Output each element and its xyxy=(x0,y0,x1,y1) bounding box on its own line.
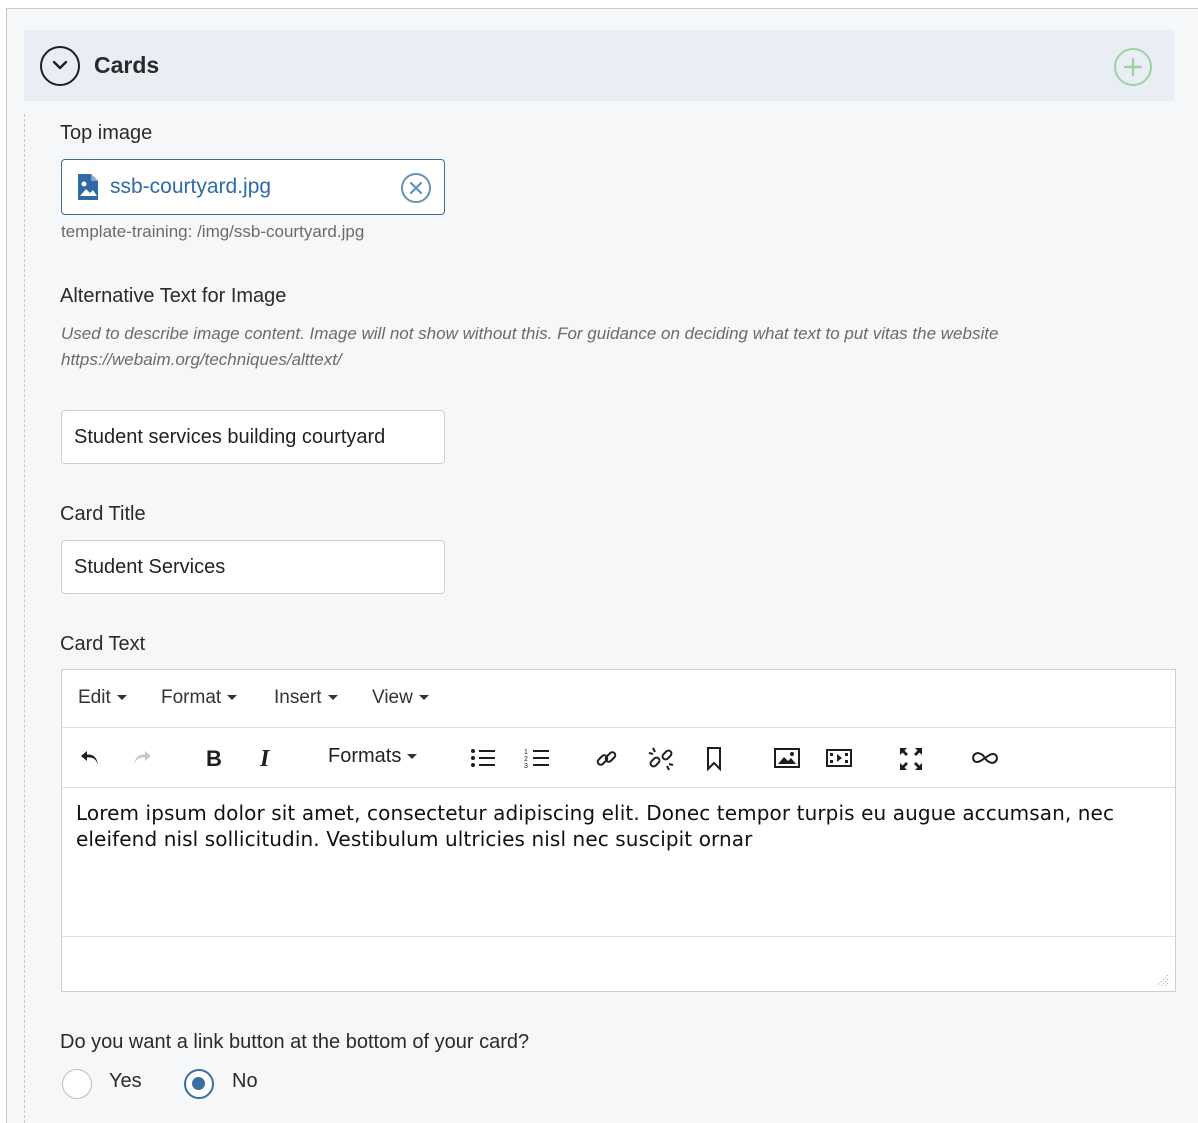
menu-edit[interactable]: Edit xyxy=(78,687,127,709)
editor-toolbar: B I Formats 1 2 3 xyxy=(62,728,1175,788)
special-link-icon xyxy=(972,752,998,764)
image-file-icon xyxy=(78,174,98,200)
italic-icon: I xyxy=(259,746,271,772)
numbered-list-icon: 1 2 3 xyxy=(524,749,549,770)
bold-icon: B xyxy=(206,746,222,771)
insert-image-button[interactable] xyxy=(774,746,800,772)
menu-view[interactable]: View xyxy=(372,687,429,709)
top-image-label: Top image xyxy=(60,122,153,144)
svg-text:B: B xyxy=(206,746,222,770)
anchor-button[interactable] xyxy=(704,746,724,772)
special-link-button[interactable] xyxy=(970,746,1000,772)
undo-button[interactable] xyxy=(78,746,102,772)
resize-handle-icon[interactable] xyxy=(1155,973,1169,987)
bold-button[interactable]: B xyxy=(204,746,224,772)
undo-icon xyxy=(81,751,98,765)
menu-insert-label: Insert xyxy=(274,687,322,708)
editor-content[interactable]: Lorem ipsum dolor sit amet, consectetur … xyxy=(76,800,1156,852)
editor-statusbar xyxy=(62,936,1175,992)
bookmark-icon xyxy=(707,747,721,772)
redo-icon xyxy=(134,751,151,765)
alt-text-help-line: Used to describe image content. Image wi… xyxy=(61,324,999,343)
link-question-label: Do you want a link button at the bottom … xyxy=(60,1031,530,1053)
caret-down-icon xyxy=(418,695,429,701)
add-card-button[interactable] xyxy=(1114,48,1152,86)
caret-down-icon xyxy=(116,695,127,701)
alt-text-label: Alternative Text for Image xyxy=(60,285,287,307)
italic-button[interactable]: I xyxy=(258,746,278,772)
alt-text-input[interactable] xyxy=(61,410,445,464)
radio-no[interactable] xyxy=(184,1069,214,1099)
menu-edit-label: Edit xyxy=(78,687,111,708)
fullscreen-icon xyxy=(900,748,922,770)
panel-header: Cards xyxy=(24,30,1174,101)
image-icon xyxy=(774,748,800,768)
card-text-editor: Edit Format Insert View B I Formats 1 2 xyxy=(61,669,1176,992)
redo-button[interactable] xyxy=(130,746,154,772)
top-image-filename[interactable]: ssb-courtyard.jpg xyxy=(110,175,271,199)
caret-down-icon xyxy=(407,754,418,760)
radio-no-label[interactable]: No xyxy=(232,1070,258,1093)
unlink-icon xyxy=(648,747,674,771)
panel-title: Cards xyxy=(94,52,160,78)
menu-format[interactable]: Format xyxy=(161,687,238,709)
unlink-button[interactable] xyxy=(648,746,674,772)
collapse-button[interactable] xyxy=(40,46,80,86)
menu-view-label: View xyxy=(372,687,413,708)
svg-text:2: 2 xyxy=(524,756,528,763)
fullscreen-button[interactable] xyxy=(898,746,924,772)
chevron-down-icon xyxy=(52,60,68,70)
card-title-input[interactable] xyxy=(61,540,445,594)
content-line: eleifend nisl sollicitudin. Vestibulum u… xyxy=(76,827,753,851)
nesting-guide-line xyxy=(24,114,25,1123)
alt-text-help: Used to describe image content. Image wi… xyxy=(61,321,1061,373)
clear-image-button[interactable] xyxy=(401,173,431,203)
content-line: Lorem ipsum dolor sit amet, consectetur … xyxy=(76,801,1115,825)
svg-text:1: 1 xyxy=(524,749,528,756)
plus-icon xyxy=(1124,58,1142,76)
bullet-list-icon xyxy=(471,749,495,767)
caret-down-icon xyxy=(227,695,238,701)
top-image-field[interactable]: ssb-courtyard.jpg xyxy=(61,159,445,215)
caret-down-icon xyxy=(327,695,338,701)
top-image-path: template-training: /img/ssb-courtyard.jp… xyxy=(61,222,365,241)
editor-menubar: Edit Format Insert View xyxy=(62,670,1175,728)
alt-text-help-link: https://webaim.org/techniques/alttext/ xyxy=(61,350,342,369)
svg-text:I: I xyxy=(259,746,271,770)
formats-dropdown[interactable]: Formats xyxy=(328,745,418,768)
link-icon xyxy=(596,751,617,766)
insert-media-button[interactable] xyxy=(826,746,852,772)
media-icon xyxy=(826,749,852,767)
bullet-list-button[interactable] xyxy=(470,746,496,772)
menu-insert[interactable]: Insert xyxy=(274,687,338,709)
close-icon xyxy=(410,182,422,194)
card-title-label: Card Title xyxy=(60,503,146,525)
radio-yes-label[interactable]: Yes xyxy=(109,1070,142,1093)
formats-label: Formats xyxy=(328,745,402,767)
insert-link-button[interactable] xyxy=(594,746,620,772)
numbered-list-button[interactable]: 1 2 3 xyxy=(524,746,550,772)
menu-format-label: Format xyxy=(161,687,222,708)
radio-yes[interactable] xyxy=(62,1069,92,1099)
card-text-label: Card Text xyxy=(60,633,146,655)
svg-text:3: 3 xyxy=(524,763,528,770)
